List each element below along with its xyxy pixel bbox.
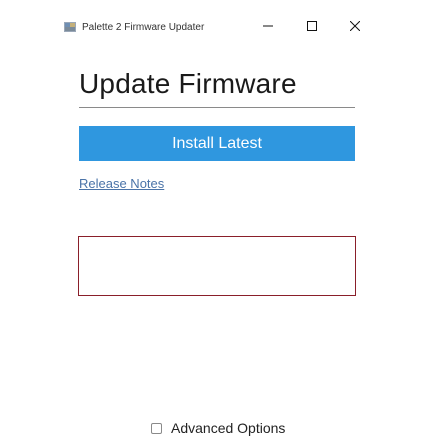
- minimize-icon: [263, 25, 273, 27]
- maximize-button[interactable]: [294, 12, 330, 40]
- maximize-icon: [307, 21, 317, 31]
- window-title: Palette 2 Firmware Updater: [82, 22, 205, 33]
- close-icon: [350, 21, 360, 31]
- advanced-options-label[interactable]: Advanced Options: [171, 420, 285, 436]
- title-divider: [79, 107, 355, 108]
- advanced-options[interactable]: Advanced Options: [151, 420, 285, 436]
- log-output-box[interactable]: [78, 236, 356, 296]
- minimize-button[interactable]: [250, 12, 286, 40]
- advanced-options-checkbox[interactable]: [151, 422, 162, 434]
- title-bar[interactable]: Palette 2 Firmware Updater: [0, 0, 445, 44]
- install-latest-button[interactable]: Install Latest: [79, 126, 355, 161]
- page-title: Update Firmware: [79, 68, 297, 99]
- release-notes-link[interactable]: Release Notes: [79, 176, 164, 191]
- palette-app-icon: [64, 22, 76, 32]
- close-button[interactable]: [337, 12, 373, 40]
